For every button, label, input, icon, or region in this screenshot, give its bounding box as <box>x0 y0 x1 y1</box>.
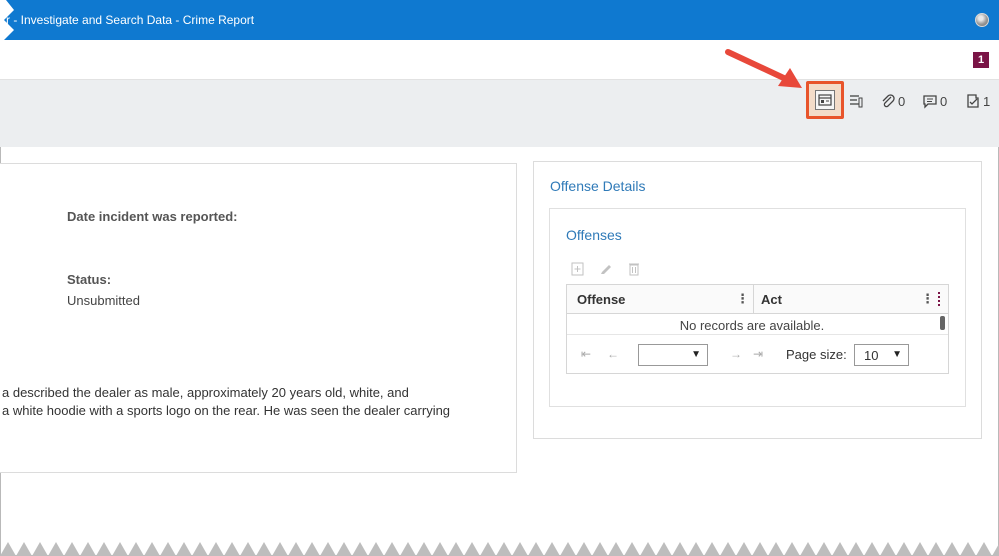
paperclip-icon <box>882 94 895 108</box>
torn-edge-bottom <box>0 542 999 556</box>
grid-header: Offense ⋮ Act ⋮ <box>567 285 948 314</box>
page-size-label: Page size: <box>786 347 847 362</box>
task-icon <box>967 94 979 108</box>
status-value: Unsubmitted <box>67 293 140 308</box>
narrative-line-1: a described the dealer as male, approxim… <box>2 385 409 400</box>
column-header-offense[interactable]: Offense <box>577 292 625 307</box>
add-record-icon[interactable] <box>571 260 585 276</box>
column-header-act[interactable]: Act <box>761 292 782 307</box>
date-reported-label: Date incident was reported: <box>67 209 238 224</box>
attachments-count: 0 <box>898 93 906 109</box>
narrative-line-2: a white hoodie with a sports logo on the… <box>2 403 451 418</box>
previous-page-icon[interactable]: ← <box>607 347 619 361</box>
edit-record-icon[interactable] <box>599 260 613 276</box>
offenses-toolbar <box>571 260 641 276</box>
grid-scrollbar[interactable] <box>940 316 945 330</box>
notification-badge[interactable]: 1 <box>973 52 989 68</box>
tasks-button[interactable]: 1 <box>965 91 990 111</box>
chevron-down-icon: ▼ <box>691 349 701 360</box>
offenses-title: Offenses <box>566 227 622 243</box>
callout-arrow <box>725 49 802 88</box>
next-page-icon[interactable]: → <box>730 347 742 361</box>
form-view-icon <box>815 90 835 110</box>
document-list-icon <box>850 95 863 108</box>
empty-grid-message: No records are available. <box>679 318 825 333</box>
header-bar <box>0 40 999 80</box>
page-size-select[interactable]: 10 ▼ <box>854 344 909 366</box>
title-bar: r - Investigate and Search Data - Crime … <box>0 0 999 40</box>
attachments-button[interactable]: 0 <box>880 91 905 111</box>
offenses-grid: Offense ⋮ Act ⋮ No records are available… <box>566 284 949 374</box>
grid-pager: ⇤ ← ▼ → ⇥ Page size: 10 ▼ <box>567 334 948 374</box>
column-divider <box>753 285 754 314</box>
delete-record-icon[interactable] <box>627 260 641 276</box>
column-menu-offense-icon[interactable]: ⋮ <box>736 291 749 307</box>
status-orb-icon[interactable] <box>975 13 989 27</box>
offense-details-title: Offense Details <box>550 178 646 194</box>
status-label: Status: <box>67 272 112 287</box>
comments-count: 0 <box>940 93 948 109</box>
column-options-icon[interactable] <box>938 292 942 306</box>
tasks-count: 1 <box>983 93 991 109</box>
page-size-value: 10 <box>864 348 879 363</box>
chevron-down-icon: ▼ <box>892 349 902 360</box>
last-page-icon[interactable]: ⇥ <box>753 347 763 361</box>
comment-icon <box>923 95 937 109</box>
first-page-icon[interactable]: ⇤ <box>581 347 591 361</box>
page-number-select[interactable]: ▼ <box>638 344 708 366</box>
comments-button[interactable]: 0 <box>922 91 947 111</box>
window-title: r - Investigate and Search Data - Crime … <box>6 13 255 27</box>
document-list-button[interactable] <box>848 91 864 111</box>
column-menu-act-icon[interactable]: ⋮ <box>921 291 934 307</box>
